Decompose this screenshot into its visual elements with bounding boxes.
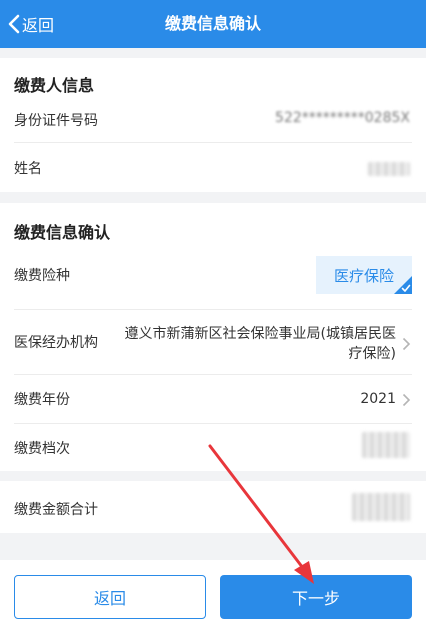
agency-label: 医保经办机构: [14, 335, 98, 351]
payment-section-title: 缴费信息确认: [14, 223, 111, 242]
name-value-redacted: [368, 162, 410, 176]
next-step-button[interactable]: 下一步: [220, 575, 412, 619]
payment-year-label: 缴费年份: [14, 392, 70, 408]
payer-section-title: 缴费人信息: [14, 76, 95, 95]
id-number-label: 身份证件号码: [14, 113, 98, 129]
divider: [14, 374, 412, 375]
payment-year-value[interactable]: 2021: [360, 391, 396, 407]
agency-value[interactable]: 遵义市新蒲新区社会保险事业局(城镇居民医疗保险): [116, 324, 396, 364]
total-card: 缴费金额合计: [0, 481, 426, 533]
divider: [14, 309, 412, 310]
total-amount-label: 缴费金额合计: [14, 502, 98, 518]
insurance-type-label: 缴费险种: [14, 268, 70, 284]
nav-back-button[interactable]: 返回: [8, 8, 54, 40]
chevron-right-icon[interactable]: [402, 337, 411, 351]
insurance-type-chip[interactable]: 医疗保险: [316, 256, 412, 294]
payment-level-redacted: [362, 432, 410, 458]
divider: [14, 423, 412, 424]
payment-level-label: 缴费档次: [14, 441, 70, 457]
insurance-type-value: 医疗保险: [333, 266, 394, 285]
name-label: 姓名: [14, 161, 42, 177]
page-title: 缴费信息确认: [164, 14, 261, 33]
total-amount-redacted: [352, 493, 410, 521]
checkmark-icon: [401, 284, 411, 292]
divider: [14, 142, 412, 143]
payer-info-card: 缴费人信息 身份证件号码 522*********0285X 姓名: [0, 58, 426, 192]
nav-back-label: 返回: [22, 16, 55, 35]
chevron-left-icon: [8, 14, 20, 34]
back-button[interactable]: 返回: [14, 575, 206, 619]
chevron-right-icon[interactable]: [402, 393, 411, 407]
top-navbar: 返回 缴费信息确认: [0, 0, 426, 48]
id-number-value: 522*********0285X: [275, 110, 410, 126]
